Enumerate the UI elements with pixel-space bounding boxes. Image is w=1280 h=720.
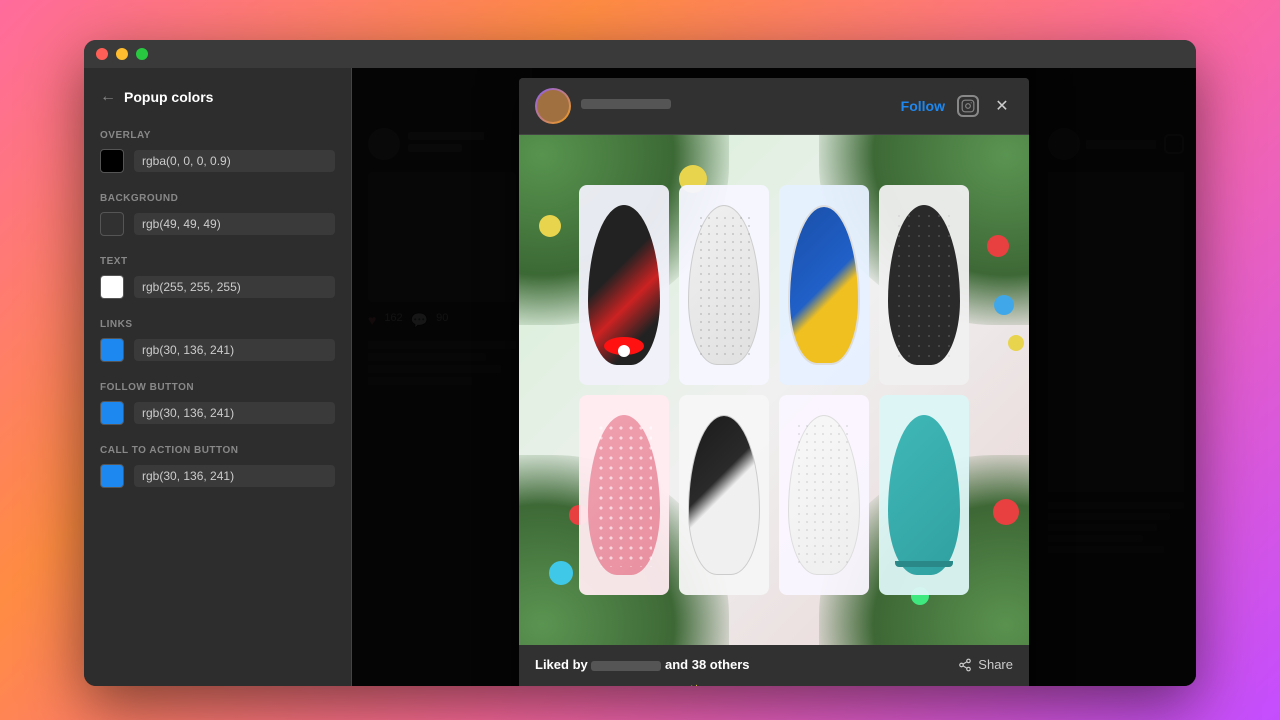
shoe-item-5 [579,395,669,595]
panel-header: ← Popup colors [100,88,335,106]
text-row: rgb(255, 255, 255) [100,275,335,299]
caption-text: MICKEY!!!! I know HIM!!!! ✨ Santa decide… [535,682,1013,686]
close-button[interactable]: ✕ [991,95,1013,117]
popup-avatar-inner [537,90,569,122]
background-label: BACKGROUND [100,193,335,204]
follow-button-section: FOLLOW BUTTON rgb(30, 136, 241) [100,382,335,425]
popup-username-area [581,99,671,113]
liked-text: Liked by and 38 others [535,657,750,672]
text-swatch[interactable] [100,275,124,299]
follow-button-row: rgb(30, 136, 241) [100,401,335,425]
app-window: ← Popup colors OVERLAY rgba(0, 0, 0, 0.9… [84,40,1196,686]
links-label: LINKS [100,319,335,330]
maximize-traffic-light[interactable] [136,48,148,60]
background-row: rgb(49, 49, 49) [100,212,335,236]
links-section: LINKS rgb(30, 136, 241) [100,319,335,362]
cta-button-section: CALL TO ACTION BUTTON rgb(30, 136, 241) [100,445,335,488]
follow-button[interactable]: Follow [901,98,945,114]
overlay-value[interactable]: rgba(0, 0, 0, 0.9) [134,150,335,172]
shoe-item-1 [579,185,669,385]
popup-user [535,88,671,124]
overlay-label: OVERLAY [100,130,335,141]
cta-button-label: CALL TO ACTION BUTTON [100,445,335,456]
main-content: ♥ 162 💬 90 [352,68,1196,686]
cta-button-value[interactable]: rgb(30, 136, 241) [134,465,335,487]
follow-button-value[interactable]: rgb(30, 136, 241) [134,402,335,424]
shoes-grid [579,185,969,595]
popup-header-right: Follow ✕ [901,95,1013,117]
background-section: BACKGROUND rgb(49, 49, 49) [100,193,335,236]
text-label: TEXT [100,256,335,267]
shoe-item-3 [779,185,869,385]
background-value[interactable]: rgb(49, 49, 49) [134,213,335,235]
overlay-swatch[interactable] [100,149,124,173]
shoe-item-6 [679,395,769,595]
instagram-icon[interactable] [957,95,979,117]
instagram-popup: Follow ✕ [519,78,1029,686]
popup-footer: Liked by and 38 others [519,645,1029,686]
back-button[interactable]: ← [100,88,116,106]
text-value[interactable]: rgb(255, 255, 255) [134,276,335,298]
follow-button-swatch[interactable] [100,401,124,425]
links-value[interactable]: rgb(30, 136, 241) [134,339,335,361]
popup-header: Follow ✕ [519,78,1029,135]
cta-button-swatch[interactable] [100,464,124,488]
text-section: TEXT rgb(255, 255, 255) [100,256,335,299]
shoe-item-8 [879,395,969,595]
liked-row: Liked by and 38 others [535,653,1013,676]
overlay-row: rgba(0, 0, 0, 0.9) [100,149,335,173]
background-swatch[interactable] [100,212,124,236]
shoe-item-4 [879,185,969,385]
popup-avatar [535,88,571,124]
close-traffic-light[interactable] [96,48,108,60]
follow-button-label: FOLLOW BUTTON [100,382,335,393]
links-row: rgb(30, 136, 241) [100,338,335,362]
overlay-section: OVERLAY rgba(0, 0, 0, 0.9) [100,130,335,173]
shoe-item-7 [779,395,869,595]
shoe-item-2 [679,185,769,385]
share-button[interactable]: Share [958,657,1013,672]
links-swatch[interactable] [100,338,124,362]
panel-title: Popup colors [124,89,213,105]
title-bar [84,40,1196,68]
popup-overlay: Follow ✕ [352,68,1196,686]
popup-image [519,135,1029,645]
liked-username-bar [591,661,661,671]
cta-button-row: rgb(30, 136, 241) [100,464,335,488]
popup-username-bar [581,99,671,109]
left-panel: ← Popup colors OVERLAY rgba(0, 0, 0, 0.9… [84,68,352,686]
minimize-traffic-light[interactable] [116,48,128,60]
